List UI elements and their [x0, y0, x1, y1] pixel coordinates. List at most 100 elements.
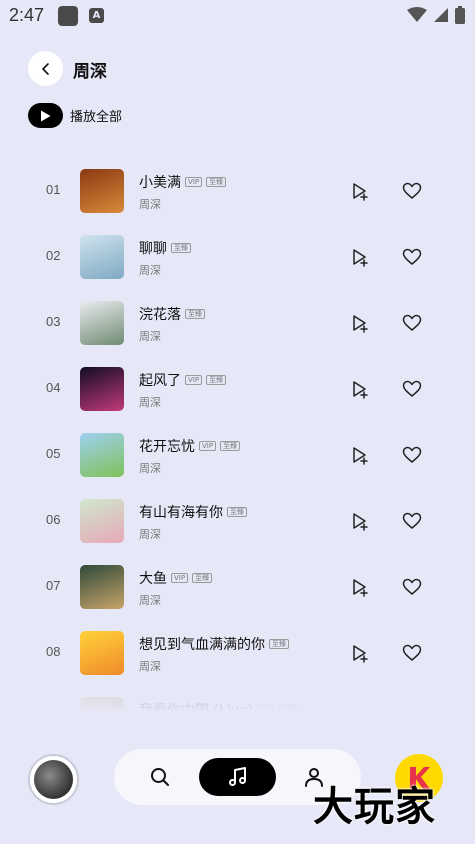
play-all-label: 播放全部 [70, 110, 123, 125]
heart-icon [402, 314, 422, 331]
song-list[interactable]: 01 小美满 VIP 至臻 周深 02 聊聊 至臻 周深 03 浣花落 至臻 周深 04 起风了 VIP 至臻周… [0, 158, 475, 710]
play-all-icon-button[interactable] [28, 103, 63, 128]
song-badge: 至臻 [192, 573, 213, 583]
like-button[interactable] [402, 379, 422, 399]
app-icon [58, 6, 78, 26]
song-title-row: 小美满 VIP 至臻 [139, 172, 227, 192]
watermark-text: 大玩家 [313, 784, 436, 830]
status-indicators [407, 6, 465, 24]
play-next-button[interactable] [350, 643, 370, 663]
play-icon [41, 110, 51, 121]
play-next-icon [353, 315, 368, 333]
wifi-icon [407, 7, 427, 22]
song-title: 大鱼 [139, 571, 167, 587]
song-artist: 周深 [139, 198, 161, 211]
song-title-row: 想见到气血满满的你 至臻 [139, 634, 289, 654]
nav-search-button[interactable] [148, 765, 172, 789]
nav-music-button[interactable] [199, 758, 276, 796]
chevron-left-icon [41, 62, 49, 75]
heart-icon [402, 248, 422, 265]
song-artist: 周深 [139, 396, 161, 409]
play-next-icon [353, 183, 368, 201]
song-badge: 至臻 [269, 639, 289, 649]
song-artist: 周深 [139, 462, 161, 475]
play-next-button[interactable] [350, 181, 370, 201]
play-next-button[interactable] [350, 445, 370, 465]
song-title: 起风了 [139, 373, 181, 389]
play-next-button[interactable] [350, 313, 370, 333]
song-index: 02 [46, 248, 61, 263]
song-title: 花开忘忧 [139, 439, 195, 455]
song-index: 05 [46, 446, 61, 461]
like-button[interactable] [402, 577, 422, 597]
like-button[interactable] [402, 181, 422, 201]
a-icon: A [89, 8, 104, 23]
like-button[interactable] [402, 511, 422, 531]
song-badge: 至臻 [227, 507, 247, 517]
song-row[interactable]: 06 有山有海有你 至臻 周深 [0, 488, 475, 554]
list-fade [0, 690, 475, 714]
cellular-icon [434, 8, 448, 22]
play-next-icon [353, 447, 368, 465]
play-next-button[interactable] [350, 379, 370, 399]
song-badge: 至臻 [206, 375, 227, 385]
status-bar: 2:47 A [0, 0, 475, 32]
song-title: 浣花落 [139, 307, 181, 323]
song-row[interactable]: 05 花开忘忧 VIP 至臻 周深 [0, 422, 475, 488]
song-artist: 周深 [139, 528, 161, 541]
song-cover [80, 301, 124, 345]
song-row[interactable]: 01 小美满 VIP 至臻周深 [0, 158, 475, 224]
play-next-button[interactable] [350, 577, 370, 597]
play-next-icon [353, 249, 368, 267]
song-badge: VIP [185, 375, 203, 385]
song-cover [80, 499, 124, 543]
song-artist: 周深 [139, 330, 161, 343]
song-index: 03 [46, 314, 61, 329]
like-button[interactable] [402, 247, 422, 267]
song-title-row: 浣花落 至臻 [139, 304, 205, 324]
song-index: 01 [46, 182, 61, 197]
play-next-button[interactable] [350, 247, 370, 267]
like-button[interactable] [402, 313, 422, 333]
song-artist: 周深 [139, 660, 161, 673]
song-cover [80, 169, 124, 213]
song-row[interactable]: 07 大鱼 VIP 至臻周深 [0, 554, 475, 620]
song-row[interactable]: 02 聊聊 至臻 周深 [0, 224, 475, 290]
heart-icon [402, 644, 422, 661]
song-cover [80, 235, 124, 279]
song-index: 07 [46, 578, 61, 593]
song-cover [80, 631, 124, 675]
like-button[interactable] [402, 643, 422, 663]
heart-icon [402, 578, 422, 595]
song-badge: 至臻 [220, 441, 241, 451]
song-title: 有山有海有你 [139, 505, 223, 521]
song-artist: 周深 [139, 594, 161, 607]
song-title: 聊聊 [139, 241, 167, 257]
play-next-button[interactable] [350, 511, 370, 531]
song-badge: 至臻 [206, 177, 227, 187]
back-button[interactable] [28, 51, 63, 86]
heart-icon [402, 446, 422, 463]
song-row[interactable]: 08 想见到气血满满的你 至臻周深 [0, 620, 475, 686]
song-row[interactable]: 03 浣花落 至臻周深 [0, 290, 475, 356]
heart-icon [402, 380, 422, 397]
song-title-row: 起风了 VIP 至臻 [139, 370, 227, 390]
song-title-row: 聊聊 至臻 [139, 238, 191, 258]
song-title-row: 大鱼 VIP 至臻 [139, 568, 213, 588]
song-index: 04 [46, 380, 61, 395]
play-all-button[interactable]: 播放全部 [28, 103, 122, 128]
song-title: 想见到气血满满的你 [139, 637, 265, 653]
play-next-icon [353, 579, 368, 597]
mini-player-cover [34, 760, 73, 799]
mini-player[interactable] [28, 754, 79, 805]
search-icon [151, 768, 169, 786]
page-title: 周深 [73, 62, 107, 82]
like-button[interactable] [402, 445, 422, 465]
play-next-icon [353, 381, 368, 399]
heart-icon [402, 182, 422, 199]
song-title-row: 有山有海有你 至臻 [139, 502, 247, 522]
song-badge: VIP [185, 177, 203, 187]
song-index: 08 [46, 644, 61, 659]
music-note-icon [228, 767, 246, 786]
song-row[interactable]: 04 起风了 VIP 至臻周深 [0, 356, 475, 422]
